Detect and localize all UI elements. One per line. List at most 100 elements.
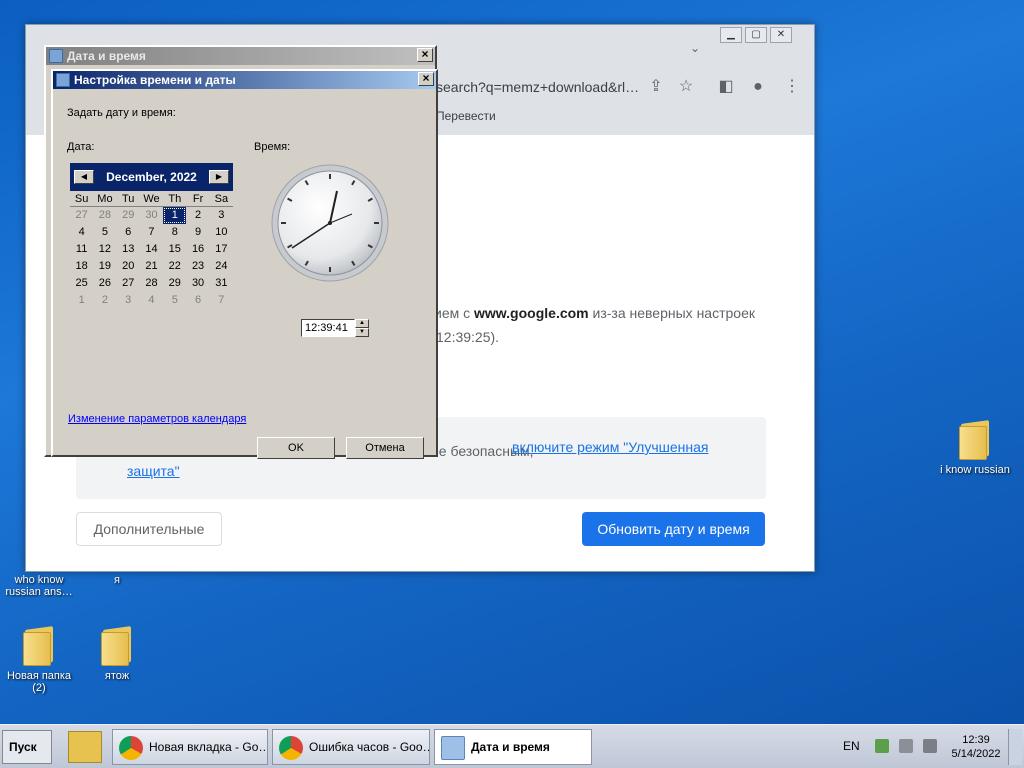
calendar-day[interactable]: 7 [210,292,233,309]
calendar-header: ◀ December, 2022 ▶ [70,163,233,191]
bookmark-translate[interactable]: Перевести [436,109,496,123]
start-button[interactable]: Пуск [2,730,52,764]
error-domain: www.google.com [474,305,589,321]
chrome-icon [119,736,143,760]
time-label: Время: [254,141,291,153]
time-input[interactable]: 12:39:41 [301,319,355,337]
calendar-day[interactable]: 22 [163,258,186,275]
calendar-day[interactable]: 11 [70,241,93,258]
taskbar-item-new-tab[interactable]: Новая вкладка - Go… [112,729,268,765]
menu-icon[interactable]: ⋮ [782,77,802,97]
prev-month-button[interactable]: ◀ [74,170,94,184]
calendar-day[interactable]: 1 [163,207,187,224]
calendar-day[interactable]: 30 [140,207,163,224]
security-tray-icon[interactable] [875,739,889,753]
calendar-day[interactable]: 3 [117,292,140,309]
calendar-day[interactable]: 8 [163,224,186,241]
desktop-icon-label: i know russian [940,464,1010,476]
calendar-day[interactable]: 17 [210,241,233,258]
calendar-day[interactable]: 5 [163,292,186,309]
calendar-day[interactable]: 10 [210,224,233,241]
calendar-day[interactable]: 5 [93,224,116,241]
calendar-day[interactable]: 28 [93,207,116,224]
show-desktop-button[interactable] [1008,729,1022,765]
calendar-day[interactable]: 29 [117,207,140,224]
desktop-icon-new-folder-2[interactable]: Новая папка (2) [0,626,78,694]
calendar-day[interactable]: 13 [117,241,140,258]
calendar-month-title: December, 2022 [106,170,197,184]
address-bar[interactable]: search?q=memz+download&rl… [436,73,666,101]
calendar-day[interactable]: 27 [117,275,140,292]
calendar-day[interactable]: 16 [186,241,209,258]
spin-up-icon[interactable]: ▲ [355,319,369,328]
task-label: Новая вкладка - Go… [149,740,268,754]
calendar: ◀ December, 2022 ▶ Su Mo Tu We Th Fr Sa 27 28 29 3… [70,163,233,309]
calendar-day[interactable]: 2 [186,207,209,224]
update-datetime-button[interactable]: Обновить дату и время [582,512,765,546]
desktop-icon-yatozh[interactable]: ятож [78,626,156,682]
change-calendar-settings-link[interactable]: Изменение параметров календаря [68,413,246,425]
calendar-day[interactable]: 12 [93,241,116,258]
calendar-day[interactable]: 25 [70,275,93,292]
maximize-button[interactable]: ▢ [745,27,767,43]
time-spinner[interactable]: ▲ ▼ [355,319,369,337]
dialog-close-button[interactable]: × [418,72,434,86]
calendar-day[interactable]: 18 [70,258,93,275]
calendar-day[interactable]: 30 [186,275,209,292]
folder-icon [959,420,991,460]
language-indicator[interactable]: EN [843,739,860,753]
weekday-header: Sa [209,191,233,207]
taskbar-item-date-time[interactable]: Дата и время [434,729,592,765]
network-tray-icon[interactable] [899,739,913,753]
tab-search-icon[interactable]: ⌄ [690,41,700,55]
set-datetime-label: Задать дату и время: [67,107,176,119]
calendar-day[interactable]: 20 [117,258,140,275]
volume-muted-icon[interactable] [923,739,937,753]
calendar-day[interactable]: 31 [210,275,233,292]
calendar-day[interactable]: 6 [117,224,140,241]
profile-icon[interactable]: ● [748,77,768,97]
enhanced-protection-link[interactable]: включите режим "Улучшенная [512,439,708,455]
advanced-button[interactable]: Дополнительные [76,512,222,546]
bookmark-star-icon[interactable]: ☆ [676,77,696,97]
calendar-day[interactable]: 1 [70,292,93,309]
calendar-day[interactable]: 19 [93,258,116,275]
explorer-icon[interactable] [68,731,102,763]
calendar-day[interactable]: 23 [186,258,209,275]
outer-titlebar: Дата и время × [46,47,435,65]
taskbar-clock[interactable]: 12:39 5/14/2022 [946,733,1006,761]
calendar-day[interactable]: 4 [70,224,93,241]
side-panel-icon[interactable]: ◧ [716,77,736,97]
calendar-day[interactable]: 24 [210,258,233,275]
calendar-day[interactable]: 2 [93,292,116,309]
desktop-icon-ya[interactable]: я [78,574,156,586]
calendar-day[interactable]: 7 [140,224,163,241]
share-icon[interactable]: ⇪ [646,77,666,97]
calendar-day[interactable]: 14 [140,241,163,258]
calendar-day[interactable]: 15 [163,241,186,258]
outer-close-button[interactable]: × [417,48,433,62]
calendar-day[interactable]: 9 [186,224,209,241]
cancel-button[interactable]: Отмена [346,437,424,459]
calendar-day[interactable]: 28 [140,275,163,292]
calendar-day[interactable]: 29 [163,275,186,292]
calendar-day[interactable]: 27 [70,207,93,224]
error-message-line1: ием с www.google.com из-за неверных наст… [434,305,755,321]
calendar-day[interactable]: 3 [210,207,233,224]
dialog-titlebar: Настройка времени и даты × [53,71,436,89]
dialog-title: Настройка времени и даты [74,73,236,87]
calendar-day[interactable]: 26 [93,275,116,292]
taskbar-item-clock-error[interactable]: Ошибка часов - Goo… [272,729,430,765]
calendar-day[interactable]: 4 [140,292,163,309]
calendar-day[interactable]: 6 [186,292,209,309]
calendar-day[interactable]: 21 [140,258,163,275]
ok-button[interactable]: OK [257,437,335,459]
close-button[interactable]: ✕ [770,27,792,43]
minimize-button[interactable]: ▁ [720,27,742,43]
desktop-icon-i-know-russian[interactable]: i know russian [930,420,1020,476]
next-month-button[interactable]: ▶ [208,170,229,184]
spin-down-icon[interactable]: ▼ [355,328,369,337]
desktop-icon-who-know[interactable]: who know russian ans… [0,574,78,598]
enhanced-protection-link-cont[interactable]: защита" [127,463,180,479]
date-time-icon [441,736,465,760]
